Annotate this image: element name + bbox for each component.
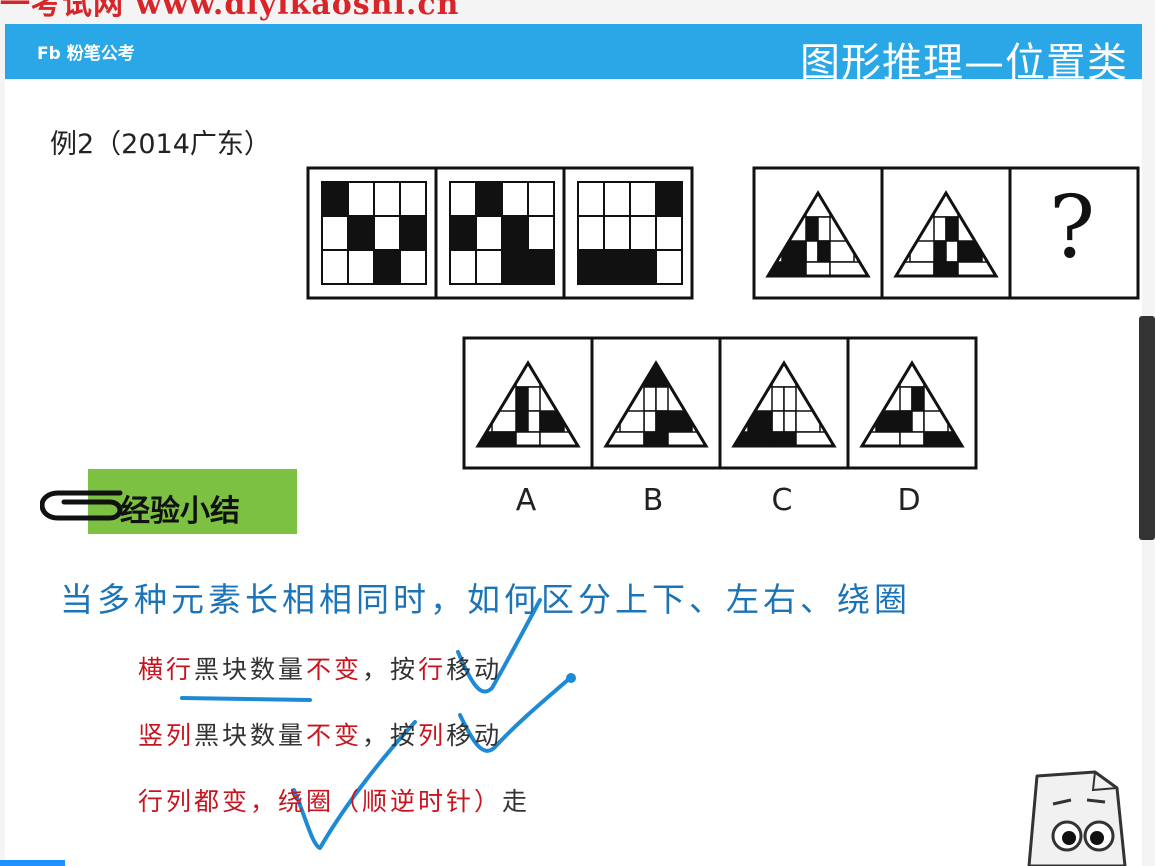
triangle-cell <box>933 240 947 263</box>
rule-2-status: 不变 <box>306 721 363 750</box>
square-figure-group <box>306 166 694 300</box>
grid-cell <box>655 215 683 251</box>
triangle-cell <box>655 410 669 433</box>
triangle-cell <box>933 216 947 242</box>
triangle-cell <box>945 240 959 263</box>
grid-cell <box>577 181 605 217</box>
rule-row-2: 竖列黑块数量不变，按列移动 <box>138 716 502 752</box>
triangle-cell <box>527 410 541 433</box>
underline-stroke <box>180 696 312 702</box>
triangle-cell <box>527 386 541 412</box>
option-label-a: A <box>515 483 537 518</box>
triangle-cell <box>945 216 959 242</box>
triangle-cell <box>899 431 925 446</box>
rule-1-action: 移动 <box>446 655 503 684</box>
grid-cell <box>449 181 477 217</box>
triangle-cell <box>911 386 925 412</box>
rule-1-unit: 行 <box>418 655 447 684</box>
rule-2-key: 竖列 <box>138 721 195 750</box>
option-label-b: B <box>642 483 664 518</box>
rule-row-3: 行列都变，绕圈（顺逆时针）走 <box>138 782 530 818</box>
triangle-cell <box>899 410 913 433</box>
summary-question: 当多种元素长相相同时，如何区分上下、左右、绕圈 <box>60 580 911 619</box>
triangle-cell <box>515 410 529 433</box>
grid-cell <box>347 181 375 217</box>
grid-cell <box>321 215 349 251</box>
triangle-cell <box>805 216 819 242</box>
grid-cell <box>603 249 631 285</box>
summary-label: 经验小结 <box>120 494 240 529</box>
grid-cell <box>321 181 349 217</box>
triangle-cell <box>911 410 925 433</box>
grid-cell <box>527 249 555 285</box>
option-label-c: C <box>771 483 793 518</box>
grid-cell <box>449 215 477 251</box>
triangle-cell <box>771 431 797 446</box>
grid-cell <box>629 181 657 217</box>
option-label-d: D <box>897 483 921 518</box>
mascot-icon <box>1027 770 1127 866</box>
triangle-cell <box>817 216 831 242</box>
triangle-cell <box>655 386 669 412</box>
rule-1-sep: ，按 <box>362 655 419 684</box>
grid-cell <box>629 249 657 285</box>
grid-cell <box>501 181 529 217</box>
grid-cell <box>373 181 401 217</box>
video-progress-bar[interactable] <box>0 860 65 866</box>
triangle-cell <box>515 431 541 446</box>
rule-3-key: 行列都变，绕圈（顺逆时针） <box>138 787 503 816</box>
grid-cell <box>603 215 631 251</box>
grid-cell <box>501 215 529 251</box>
triangle-cell <box>933 261 959 276</box>
triangle-cell <box>783 410 797 433</box>
rule-2-unit: 列 <box>418 721 447 750</box>
grid-cell <box>527 215 555 251</box>
triangle-cell <box>643 386 657 412</box>
rule-2-sep: ，按 <box>362 721 419 750</box>
grid-cell <box>577 215 605 251</box>
scrollbar[interactable] <box>1139 316 1155 540</box>
grid-cell <box>603 181 631 217</box>
grid-cell <box>399 215 427 251</box>
pen-dot <box>566 673 576 683</box>
rule-row-1: 横行黑块数量不变，按行移动 <box>138 650 502 686</box>
grid-cell <box>501 249 529 285</box>
rule-1-status: 不变 <box>306 655 363 684</box>
option-figure-group <box>462 336 978 470</box>
triangle-cell <box>643 410 657 433</box>
triangle-cell <box>899 386 913 412</box>
grid-cell <box>373 215 401 251</box>
paperclip-icon <box>40 490 123 521</box>
rule-2-text: 黑块数量 <box>194 721 307 750</box>
triangle-cell <box>783 386 797 412</box>
grid-cell <box>399 181 427 217</box>
rule-1-text: 黑块数量 <box>194 655 307 684</box>
grid-cell <box>321 249 349 285</box>
triangle-cell <box>643 431 669 446</box>
grid-cell <box>629 215 657 251</box>
grid-cell <box>373 249 401 285</box>
grid-cell <box>527 181 555 217</box>
grid-cell <box>347 249 375 285</box>
grid-cell <box>475 181 503 217</box>
rule-2-action: 移动 <box>446 721 503 750</box>
grid-cell <box>475 215 503 251</box>
triangle-cell <box>771 410 785 433</box>
triangle-cell <box>771 386 785 412</box>
grid-cell <box>347 215 375 251</box>
grid-cell <box>577 249 605 285</box>
triangle-cell <box>805 261 831 276</box>
grid-cell <box>449 249 477 285</box>
rule-3-action: 走 <box>502 787 531 816</box>
question-mark: ? <box>1048 178 1096 278</box>
triangle-cell <box>817 240 831 263</box>
grid-cell <box>399 249 427 285</box>
rule-1-key: 横行 <box>138 655 195 684</box>
grid-cell <box>655 181 683 217</box>
triangle-cell <box>805 240 819 263</box>
grid-cell <box>655 249 683 285</box>
grid-cell <box>475 249 503 285</box>
triangle-cell <box>515 386 529 412</box>
